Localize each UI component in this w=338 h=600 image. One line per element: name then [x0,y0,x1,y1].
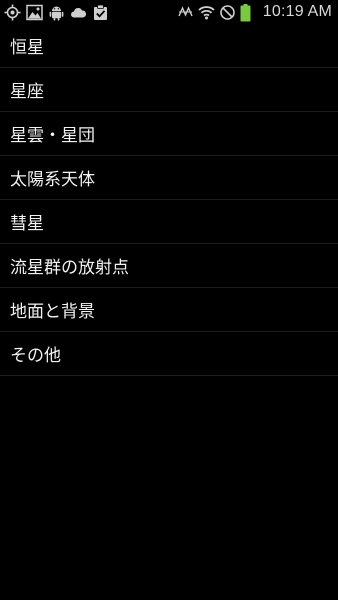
clipboard-check-icon [92,4,109,21]
list-item-label: 恒星 [10,38,44,58]
list-item-label: 太陽系天体 [10,170,95,190]
list-item-label: その他 [10,346,61,366]
blocked-icon [219,4,236,21]
list-item-label: 星座 [10,82,44,102]
battery-icon [240,3,257,21]
notification-icons [4,3,109,21]
list-item[interactable]: 恒星 [0,24,338,68]
system-icons: 10:19 AM [177,2,332,22]
list-item[interactable]: その他 [0,332,338,376]
list-item[interactable]: 流星群の放射点 [0,244,338,288]
category-list: 恒星 星座 星雲・星団 太陽系天体 彗星 流星群の放射点 地面と背景 その他 [0,24,338,376]
list-item[interactable]: 星座 [0,68,338,112]
gallery-icon [26,4,43,21]
list-item-label: 流星群の放射点 [10,258,129,278]
list-item[interactable]: 星雲・星団 [0,112,338,156]
list-item-label: 彗星 [10,214,44,234]
android-icon [48,4,65,21]
list-item[interactable]: 地面と背景 [0,288,338,332]
list-item[interactable]: 彗星 [0,200,338,244]
clock: 10:19 AM [262,3,332,20]
cloud-icon [70,4,87,21]
list-item-label: 地面と背景 [10,302,95,322]
status-bar: 10:19 AM [0,0,338,24]
list-item[interactable]: 太陽系天体 [0,156,338,200]
wifi-icon [198,4,215,21]
nfc-icon [177,4,194,21]
gps-icon [4,4,21,21]
list-item-label: 星雲・星団 [10,126,95,146]
